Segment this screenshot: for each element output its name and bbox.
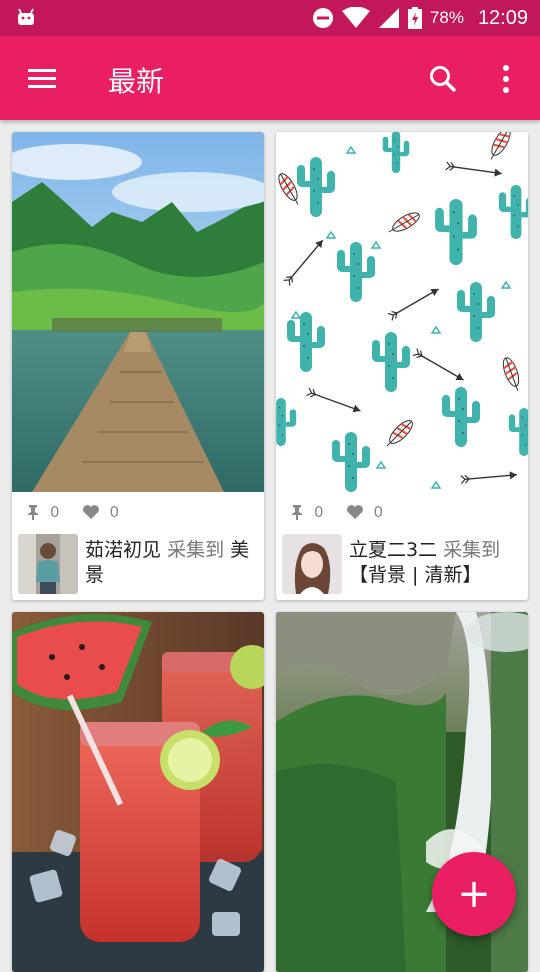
heart-icon <box>82 505 99 519</box>
battery-percent: 78% <box>429 8 464 27</box>
page-title: 最新 <box>108 65 165 98</box>
like-count-value: 0 <box>373 503 384 521</box>
collector-row[interactable]: 茹渃初见 采集到 美景 <box>18 534 262 596</box>
pin-icon <box>28 505 38 520</box>
menu-button[interactable] <box>18 58 64 98</box>
like-count[interactable]: 0 <box>346 503 384 521</box>
collector-name[interactable]: 茹渃初见 <box>85 539 161 561</box>
collector-text: 茹渃初见 采集到 美景 <box>85 538 263 588</box>
pin-image[interactable] <box>12 612 264 972</box>
wifi-icon <box>341 7 370 28</box>
card-stats: 0 0 <box>12 494 264 530</box>
pin-count-value: 0 <box>50 503 60 521</box>
pin-image[interactable] <box>276 132 528 492</box>
more-vert-icon <box>503 65 509 93</box>
search-icon <box>430 66 457 93</box>
dnd-icon <box>312 8 333 28</box>
collector-row[interactable]: 立夏二3二 采集到 【背景 | 清新】 <box>282 534 526 596</box>
pin-icon <box>292 505 302 520</box>
heart-icon <box>346 505 363 519</box>
android-icon <box>18 8 34 25</box>
pin-card[interactable] <box>12 612 264 972</box>
pin-card[interactable]: 0 0 立夏二3二 采集到 【背景 | 清新】 <box>276 132 528 600</box>
menu-icon <box>28 69 56 88</box>
like-count[interactable]: 0 <box>82 503 120 521</box>
collect-verb: 采集到 <box>443 539 501 561</box>
collect-verb: 采集到 <box>167 539 225 561</box>
pin-image[interactable] <box>12 132 264 492</box>
pin-count[interactable]: 0 <box>26 503 60 521</box>
pin-count-value: 0 <box>314 503 324 521</box>
avatar[interactable] <box>282 534 342 594</box>
collector-text: 立夏二3二 采集到 【背景 | 清新】 <box>349 538 527 588</box>
search-button[interactable] <box>420 56 466 102</box>
add-icon: + <box>457 871 491 917</box>
app-bar: 最新 <box>0 36 540 120</box>
battery-icon <box>407 7 422 29</box>
status-bar: 78% 12:09 <box>0 0 540 36</box>
card-stats: 0 0 <box>276 494 528 530</box>
collector-name[interactable]: 立夏二3二 <box>349 539 437 561</box>
add-button[interactable]: + <box>432 852 516 936</box>
like-count-value: 0 <box>109 503 120 521</box>
signal-icon <box>378 8 399 28</box>
avatar[interactable] <box>18 534 78 594</box>
pin-card[interactable]: 0 0 茹渃初见 采集到 美景 <box>12 132 264 600</box>
pin-count[interactable]: 0 <box>290 503 324 521</box>
board-name[interactable]: 【背景 | 清新】 <box>349 564 481 586</box>
clock: 12:09 <box>477 6 528 29</box>
more-options-button[interactable] <box>488 56 524 102</box>
